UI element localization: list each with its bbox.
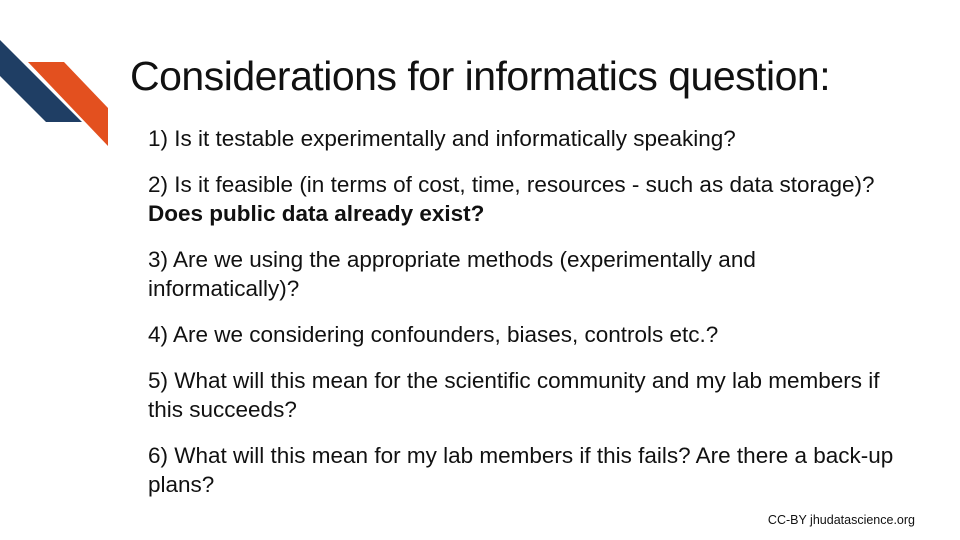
list-item: 4) Are we considering confounders, biase… <box>148 320 908 349</box>
item-text: 6) What will this mean for my lab member… <box>148 443 894 497</box>
license-footer: CC-BY jhudatascience.org <box>767 513 915 527</box>
list-item: 5) What will this mean for the scientifi… <box>148 366 908 424</box>
item-text: 2) Is it feasible (in terms of cost, tim… <box>148 172 875 197</box>
list-item: 1) Is it testable experimentally and inf… <box>148 124 908 153</box>
question-list: 1) Is it testable experimentally and inf… <box>148 124 908 516</box>
list-item: 6) What will this mean for my lab member… <box>148 441 908 499</box>
list-item: 3) Are we using the appropriate methods … <box>148 245 908 303</box>
item-bold-text: Does public data already exist? <box>148 201 485 226</box>
item-text: 3) Are we using the appropriate methods … <box>148 247 756 301</box>
item-text: 5) What will this mean for the scientifi… <box>148 368 880 422</box>
item-text: 1) Is it testable experimentally and inf… <box>148 126 736 151</box>
list-item: 2) Is it feasible (in terms of cost, tim… <box>148 170 908 228</box>
stripes-logo-icon <box>0 40 108 146</box>
slide: Considerations for informatics question:… <box>0 0 960 540</box>
item-text: 4) Are we considering confounders, biase… <box>148 322 719 347</box>
slide-title: Considerations for informatics question: <box>130 53 831 99</box>
